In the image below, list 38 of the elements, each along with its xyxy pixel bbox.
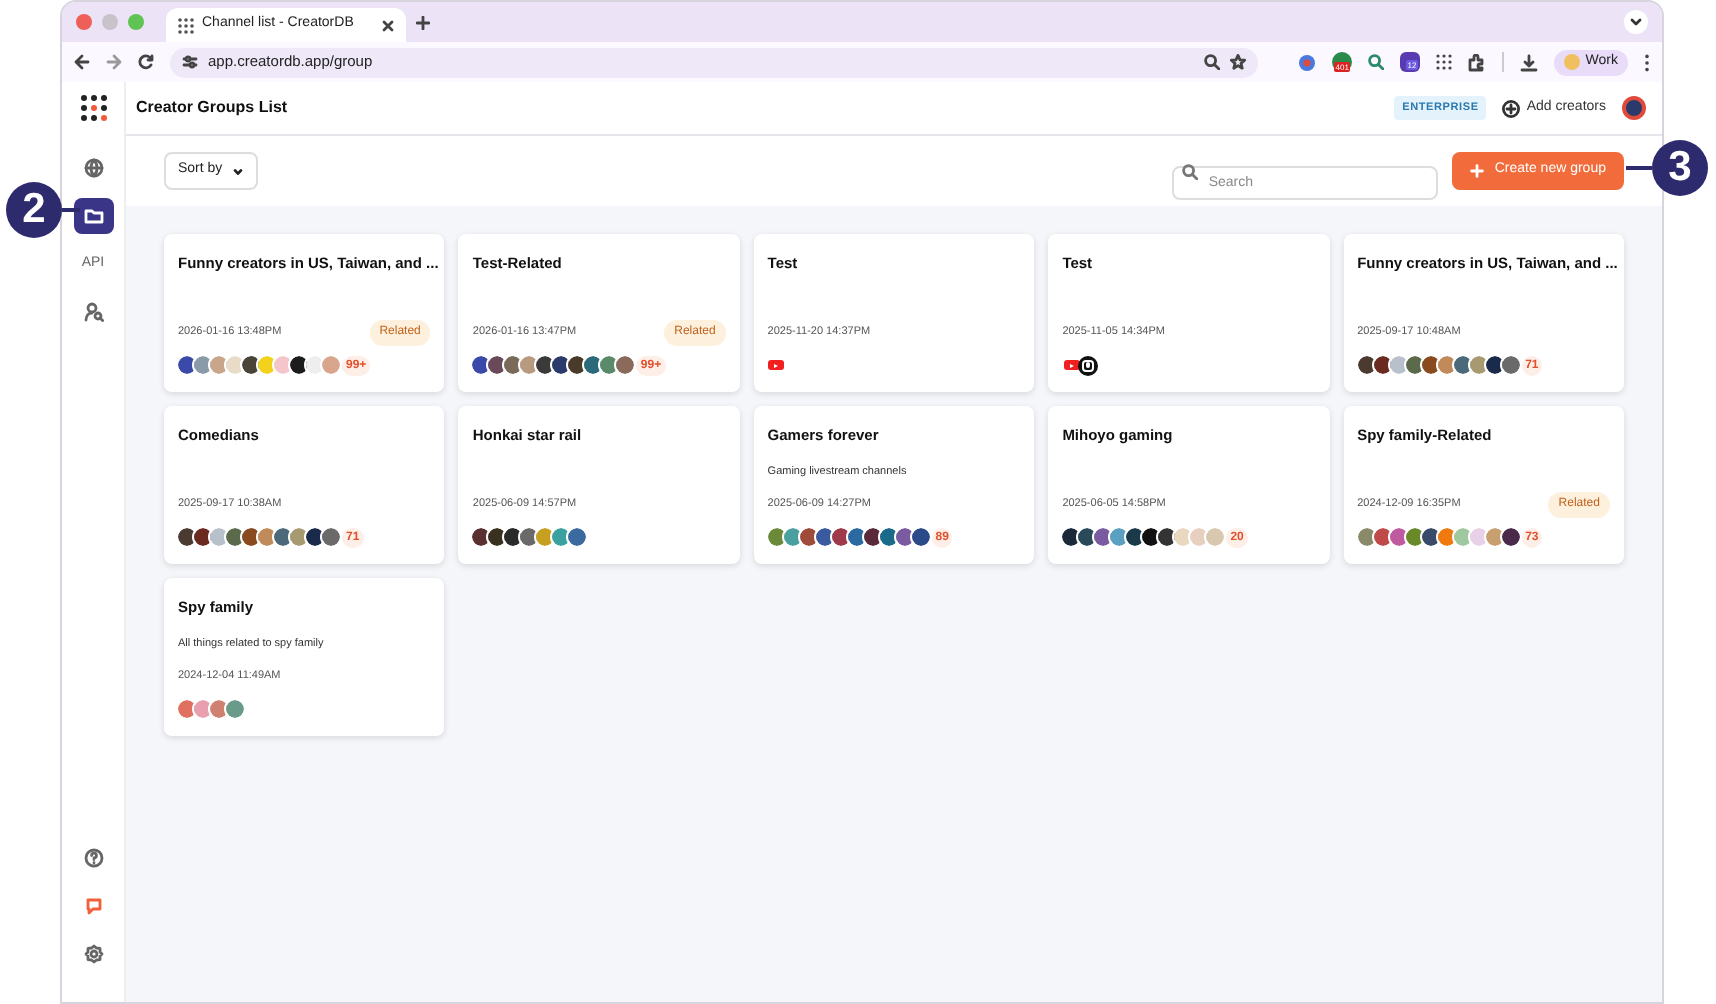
close-window-icon[interactable] [76, 14, 92, 30]
download-icon[interactable] [1519, 53, 1538, 71]
app-logo-icon[interactable] [79, 94, 107, 122]
plus-circle-icon [1502, 99, 1521, 117]
puzzle-icon[interactable] [1467, 53, 1486, 71]
chevron-down-icon [232, 165, 245, 177]
reload-icon[interactable] [138, 54, 154, 70]
back-icon[interactable] [74, 54, 90, 70]
folder-icon [83, 206, 103, 226]
youtube-icon [767, 356, 786, 374]
more-options-icon[interactable] [1644, 53, 1650, 71]
forward-icon[interactable] [106, 54, 122, 70]
zoom-icon[interactable] [1203, 54, 1220, 70]
settings-icon [83, 944, 103, 964]
help-icon [83, 848, 103, 868]
profile-avatar-icon [1563, 54, 1580, 70]
page-title: Creator Groups List [136, 96, 290, 120]
callout-number: 3 [1652, 140, 1708, 196]
close-icon[interactable] [382, 19, 394, 31]
search-icon [1182, 163, 1199, 179]
globe-icon [83, 158, 103, 178]
callout-number: 2 [6, 182, 62, 238]
person-search-icon [83, 302, 103, 322]
apps-grid-icon[interactable] [1435, 54, 1452, 70]
sidebar-folder-button[interactable] [73, 198, 113, 234]
new-tab-icon[interactable] [416, 15, 430, 29]
chat-icon [83, 896, 103, 916]
tab-menu-icon[interactable] [1624, 10, 1648, 34]
plus-icon [1470, 164, 1485, 178]
zoom-extension-icon[interactable] [1367, 54, 1384, 70]
bookmark-star-icon[interactable] [1229, 54, 1246, 70]
leader-line [1626, 166, 1652, 170]
site-settings-icon[interactable] [182, 54, 198, 70]
extension-icon[interactable] [1297, 53, 1316, 71]
grid-icon [178, 17, 194, 33]
instagram-icon [1078, 355, 1099, 375]
youtube-icon [1062, 356, 1081, 374]
user-avatar-icon[interactable] [1622, 96, 1646, 120]
